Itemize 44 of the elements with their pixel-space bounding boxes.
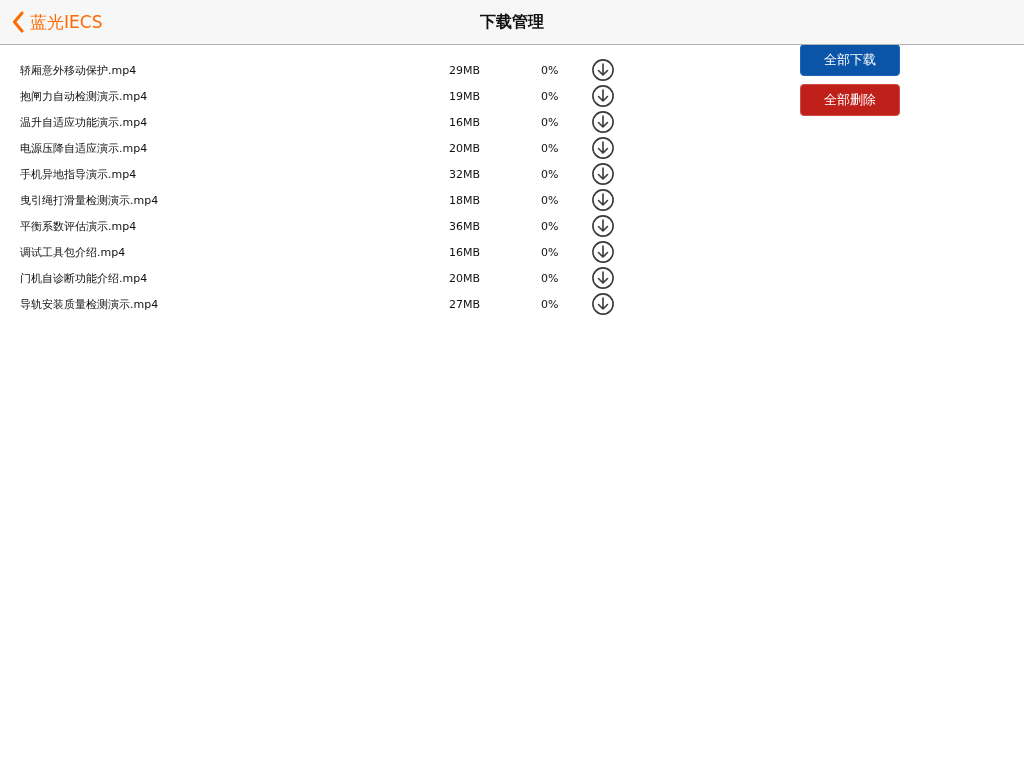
download-icon[interactable]: [592, 111, 614, 133]
percentage-text: 0%: [541, 297, 560, 311]
download-icon[interactable]: [592, 293, 614, 315]
file-name: 调试工具包介绍.mp4: [20, 244, 127, 260]
percentage-text: 0%: [541, 245, 560, 259]
file-size: 36MB: [449, 219, 482, 233]
percentage-text: 0%: [541, 89, 560, 103]
download-icon[interactable]: [592, 267, 614, 289]
file-size: 19MB: [449, 89, 482, 103]
download-icon[interactable]: [592, 137, 614, 159]
file-name: 导轨安装质量检测演示.mp4: [20, 296, 160, 312]
percentage-text: 0%: [541, 219, 560, 233]
file-name: 手机异地指导演示.mp4: [20, 166, 138, 182]
download-all-button[interactable]: 全部下载: [800, 44, 900, 76]
file-name: 温升自适应功能演示.mp4: [20, 114, 149, 130]
download-icon[interactable]: [592, 163, 614, 185]
file-name: 电源压降自适应演示.mp4: [20, 140, 149, 156]
page-title: 下载管理: [480, 11, 544, 33]
file-size: 27MB: [449, 297, 482, 311]
percentage-text: 0%: [541, 115, 560, 129]
file-name: 门机自诊断功能介绍.mp4: [20, 270, 149, 286]
file-name: 抱闸力自动检测演示.mp4: [20, 88, 149, 104]
percentage-text: 0%: [541, 141, 560, 155]
file-size: 18MB: [449, 193, 482, 207]
file-size: 20MB: [449, 141, 482, 155]
file-name: 平衡系数评估演示.mp4: [20, 218, 138, 234]
download-icon[interactable]: [592, 85, 614, 107]
percentage-text: 0%: [541, 63, 560, 77]
download-icon[interactable]: [592, 189, 614, 211]
file-name: 曳引绳打滑量检测演示.mp4: [20, 192, 160, 208]
percentage-text: 0%: [541, 271, 560, 285]
file-size: 16MB: [449, 115, 482, 129]
file-size: 29MB: [449, 63, 482, 77]
file-size: 20MB: [449, 271, 482, 285]
download-icon[interactable]: [592, 241, 614, 263]
file-name: 轿厢意外移动保护.mp4: [20, 62, 138, 78]
delete-all-button[interactable]: 全部删除: [800, 84, 900, 116]
file-size: 32MB: [449, 167, 482, 181]
percentage-text: 0%: [541, 193, 560, 207]
file-size: 16MB: [449, 245, 482, 259]
download-icon[interactable]: [592, 59, 614, 81]
chevron-left-icon: [12, 11, 24, 33]
percentage-text: 0%: [541, 167, 560, 181]
download-icon[interactable]: [592, 215, 614, 237]
